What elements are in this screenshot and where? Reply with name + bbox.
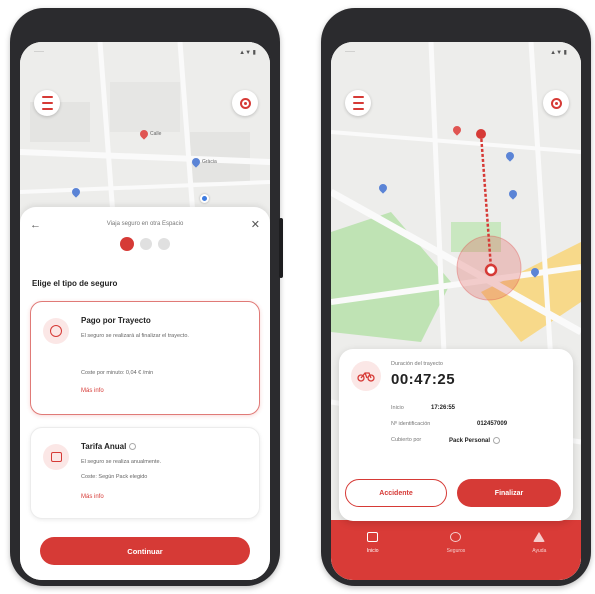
map-pin-icon [190, 156, 202, 168]
info-row: Nº identificación 012457009 [391, 421, 508, 427]
section-title: Elige el tipo de seguro [32, 279, 118, 288]
trip-icon [351, 361, 381, 391]
clock: ····· [34, 49, 44, 55]
map-poi[interactable] [377, 182, 389, 194]
shield-icon [450, 532, 462, 542]
step-dot [158, 238, 170, 250]
map-poi[interactable] [529, 266, 541, 278]
locate-icon [239, 97, 251, 109]
step-indicator [20, 237, 270, 251]
option-cost: Coste: Según Pack elegido [81, 474, 148, 480]
phone-right: ····· ▲▼ ▮ Duración del trayecto 00:47:2… [321, 8, 591, 586]
option-icon [43, 318, 69, 344]
mockup-stage: ····· ▲▼ ▮ Calle Gràcia ← Viaja seguro e… [0, 0, 595, 594]
finish-button[interactable]: Finalizar [457, 479, 561, 507]
option-description: El seguro se realizará al finalizar el t… [81, 333, 189, 339]
option-card-annual[interactable]: Tarifa Anual El seguro se realiza anualm… [30, 427, 260, 519]
step-dot [140, 238, 152, 250]
status-bar: ····· ▲▼ ▮ [331, 42, 581, 62]
locate-button[interactable] [232, 90, 258, 116]
insurance-sheet: ← Viaja seguro en otra Espacio ✕ Elige e… [20, 207, 270, 580]
locate-button[interactable] [543, 90, 569, 116]
sheet-header: Viaja seguro en otra Espacio [106, 221, 184, 227]
map-poi[interactable] [70, 186, 82, 198]
map-poi[interactable] [504, 150, 516, 162]
screen-left: ····· ▲▼ ▮ Calle Gràcia ← Viaja seguro e… [20, 42, 270, 580]
tab-home[interactable]: Inicio [343, 532, 403, 580]
map-pin-icon [70, 186, 82, 198]
duration-value: 00:47:25 [391, 371, 456, 388]
map-pin-icon [507, 188, 519, 200]
clock: ····· [345, 49, 355, 55]
info-row: Inicio 17:26:55 [391, 405, 456, 411]
option-title: Tarifa Anual [81, 442, 137, 451]
phone-left: ····· ▲▼ ▮ Calle Gràcia ← Viaja seguro e… [10, 8, 283, 586]
accident-button[interactable]: Accidente [345, 479, 447, 507]
more-info-link[interactable]: Más info [81, 388, 104, 394]
trip-card: Duración del trayecto 00:47:25 Inicio 17… [339, 349, 573, 521]
continue-button[interactable]: Continuar [40, 537, 250, 565]
map-pin-icon [377, 182, 389, 194]
duration-label: Duración del trayecto [391, 361, 443, 367]
map-poi[interactable] [507, 188, 519, 200]
hamburger-icon [41, 96, 53, 98]
tab-insurance[interactable]: Seguros [426, 532, 486, 580]
map-pin-icon [451, 124, 463, 136]
side-button [279, 218, 283, 278]
option-description: El seguro se realiza anualmente. [81, 459, 162, 465]
tab-help[interactable]: Ayuda [509, 532, 569, 580]
hamburger-icon [352, 96, 364, 98]
option-icon [43, 444, 69, 470]
step-dot-active [120, 237, 134, 251]
current-location [200, 194, 209, 203]
info-icon[interactable] [493, 437, 501, 444]
map-poi[interactable]: Calle [138, 128, 161, 140]
clock-icon [50, 325, 62, 337]
screen-right: ····· ▲▼ ▮ Duración del trayecto 00:47:2… [331, 42, 581, 580]
map-pin-icon [504, 150, 516, 162]
map-pin-icon [529, 266, 541, 278]
menu-button[interactable] [345, 90, 371, 116]
map-pin-icon [138, 128, 150, 140]
option-title: Pago por Trayecto [81, 316, 151, 325]
close-icon[interactable]: ✕ [251, 218, 260, 231]
bottom-tab-bar: Inicio Seguros Ayuda [331, 520, 581, 580]
calendar-icon [50, 452, 62, 462]
map-poi[interactable] [451, 124, 463, 136]
locate-icon [550, 97, 562, 109]
option-card-per-trip[interactable]: Pago por Trayecto El seguro se realizará… [30, 301, 260, 415]
location-dot-icon [200, 194, 209, 203]
more-info-link[interactable]: Más info [81, 494, 104, 500]
menu-button[interactable] [34, 90, 60, 116]
warning-icon [533, 532, 546, 542]
home-icon [367, 532, 379, 542]
status-icons: ▲▼ ▮ [550, 50, 567, 56]
bike-icon [357, 372, 375, 382]
option-cost: Coste por minuto: 0,04 € /min [81, 370, 154, 376]
map-poi[interactable]: Gràcia [190, 156, 217, 168]
info-row: Cubierto por Pack Personal [391, 437, 561, 444]
status-icons: ▲▼ ▮ [239, 50, 256, 56]
info-icon[interactable] [129, 443, 137, 451]
status-bar: ····· ▲▼ ▮ [20, 42, 270, 62]
